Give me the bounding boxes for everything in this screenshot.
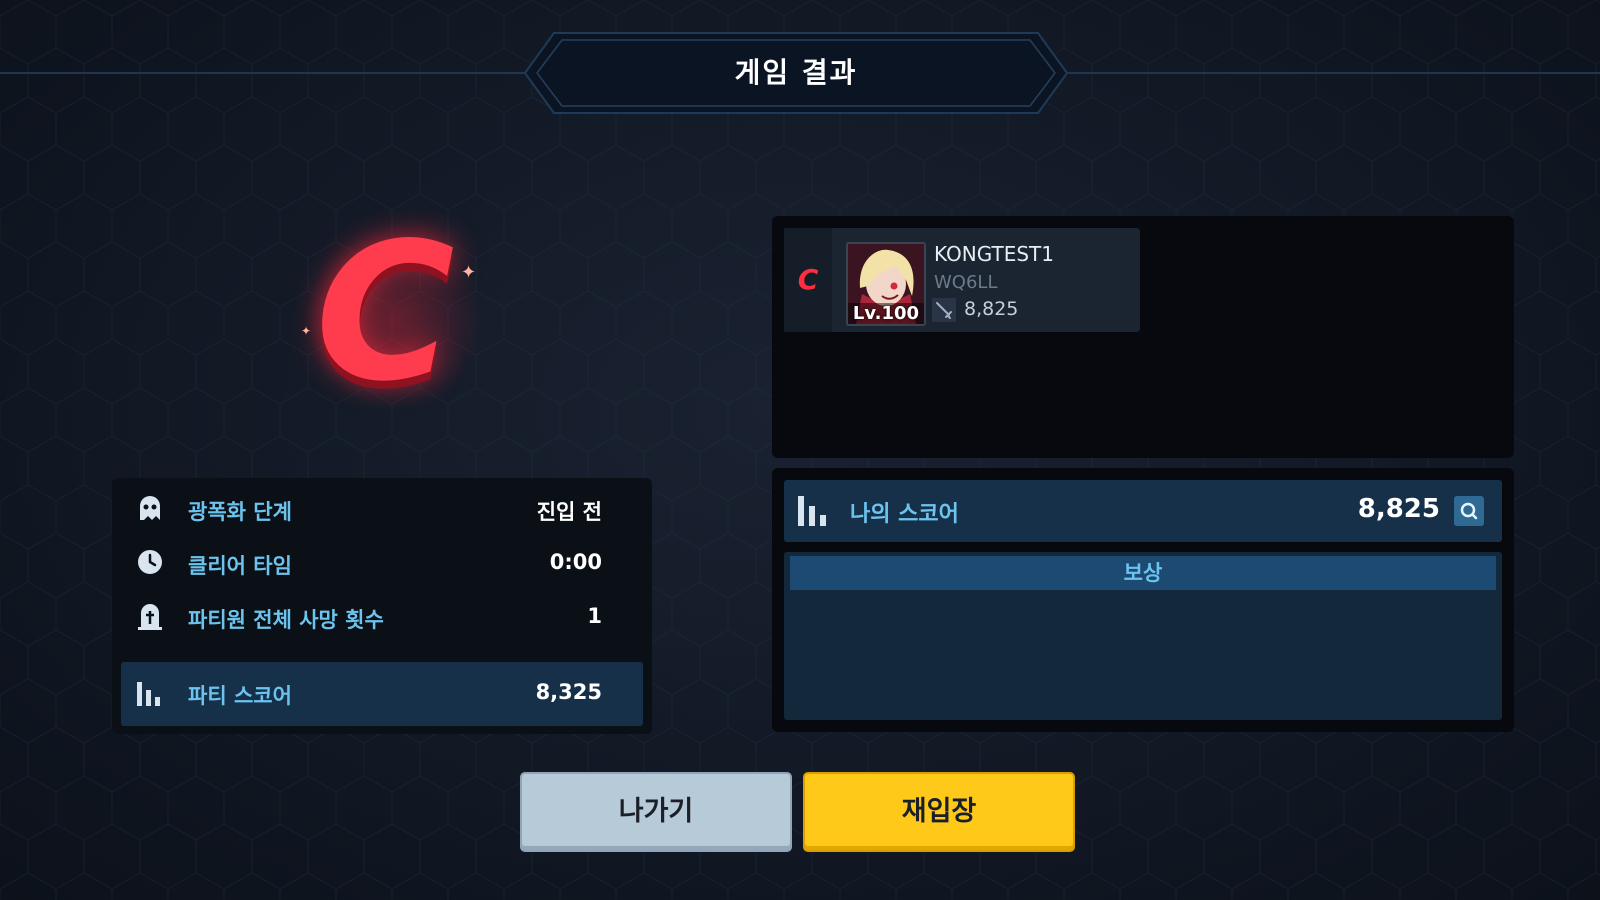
player-level: Lv.100 bbox=[848, 303, 924, 324]
grade-letter: C bbox=[315, 202, 455, 423]
page-title: 게임 결과 bbox=[734, 56, 858, 89]
stat-label: 파티원 전체 사망 횟수 bbox=[188, 608, 384, 632]
stat-label: 클리어 타임 bbox=[188, 554, 292, 578]
avatar: Lv.100 bbox=[846, 242, 926, 326]
bar-chart-icon bbox=[798, 496, 826, 526]
player-card[interactable]: C Lv.100 KONGTEST1 WQ6LL 8,825 bbox=[784, 228, 1140, 332]
title-line-left bbox=[0, 72, 530, 74]
player-list-panel: C Lv.100 KONGTEST1 WQ6LL 8,825 bbox=[772, 216, 1514, 458]
search-icon bbox=[1460, 502, 1478, 520]
reenter-button[interactable]: 재입장 bbox=[803, 772, 1075, 852]
stat-row-deaths: 파티원 전체 사망 횟수 1 bbox=[112, 596, 652, 636]
stat-value: 0:00 bbox=[549, 550, 602, 574]
title-line-right bbox=[1060, 72, 1600, 74]
grade-display: C ✦ ✦ bbox=[285, 200, 505, 420]
reward-box: 보상 bbox=[784, 552, 1502, 720]
exit-button[interactable]: 나가기 bbox=[520, 772, 792, 852]
clock-icon bbox=[138, 550, 162, 574]
my-result-panel: 나의 스코어 8,825 보상 bbox=[772, 468, 1514, 732]
stat-value: 진입 전 bbox=[536, 500, 602, 524]
my-score-label: 나의 스코어 bbox=[850, 502, 959, 527]
bar-chart-icon bbox=[137, 682, 160, 706]
my-score-bar: 나의 스코어 8,825 bbox=[784, 480, 1502, 542]
score-detail-button[interactable] bbox=[1454, 496, 1484, 526]
player-name: KONGTEST1 bbox=[934, 242, 1054, 266]
sword-icon bbox=[932, 298, 956, 322]
player-score: 8,825 bbox=[964, 298, 1019, 320]
ghost-icon bbox=[140, 496, 160, 520]
stat-row-berserk: 광폭화 단계 진입 전 bbox=[112, 488, 652, 528]
my-score-value: 8,825 bbox=[1357, 494, 1440, 524]
stat-row-clear-time: 클리어 타임 0:00 bbox=[112, 542, 652, 582]
stat-label: 광폭화 단계 bbox=[188, 500, 292, 524]
player-grade: C bbox=[784, 228, 832, 332]
player-id: WQ6LL bbox=[934, 272, 998, 293]
party-score-bar: 파티 스코어 8,325 bbox=[121, 662, 643, 726]
party-score-label: 파티 스코어 bbox=[188, 684, 292, 708]
tombstone-icon bbox=[138, 604, 162, 630]
sparkle-icon: ✦ bbox=[461, 262, 477, 283]
sparkle-icon: ✦ bbox=[301, 324, 312, 338]
stat-value: 1 bbox=[587, 604, 602, 628]
reward-header: 보상 bbox=[790, 556, 1496, 590]
party-score-value: 8,325 bbox=[535, 680, 602, 704]
party-stats-panel: 광폭화 단계 진입 전 클리어 타임 0:00 파티원 전체 사망 횟수 1 파… bbox=[112, 478, 652, 734]
